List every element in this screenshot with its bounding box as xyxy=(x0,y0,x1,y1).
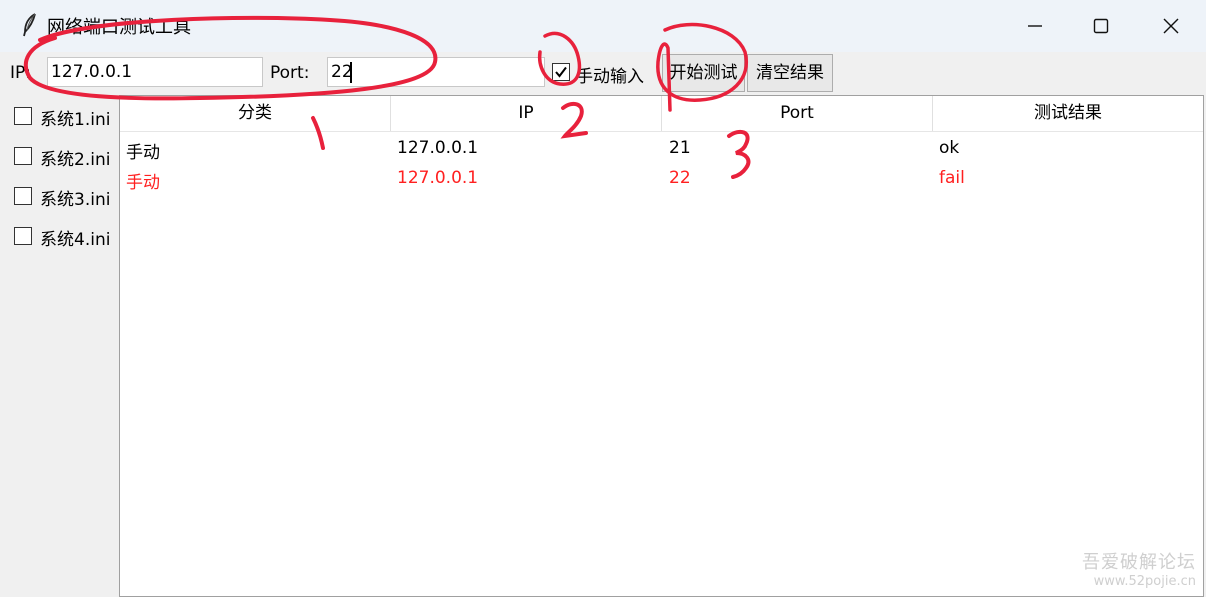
port-input[interactable] xyxy=(327,57,545,87)
config-label: 系统2.ini xyxy=(40,150,111,170)
minimize-button[interactable] xyxy=(1002,0,1068,52)
config-checkbox[interactable] xyxy=(14,227,32,245)
ip-label: IP: xyxy=(10,63,31,83)
table-header: 分类 IP Port 测试结果 xyxy=(120,96,1203,132)
maximize-button[interactable] xyxy=(1068,0,1134,52)
column-header-port[interactable]: Port xyxy=(662,96,933,131)
config-label: 系统4.ini xyxy=(40,230,111,250)
cell-category: 手动 xyxy=(126,143,160,163)
config-checkbox[interactable] xyxy=(14,147,32,165)
cell-result: fail xyxy=(939,168,965,188)
ip-input[interactable] xyxy=(47,57,263,87)
column-header-result[interactable]: 测试结果 xyxy=(933,96,1203,131)
port-label: Port: xyxy=(270,63,310,83)
minimize-icon xyxy=(1028,25,1042,27)
cell-ip: 127.0.0.1 xyxy=(397,168,479,188)
config-label: 系统3.ini xyxy=(40,190,111,210)
column-header-category[interactable]: 分类 xyxy=(120,96,391,131)
title-bar: 网络端口测试工具 xyxy=(0,0,1206,52)
config-checkbox[interactable] xyxy=(14,107,32,125)
results-table[interactable]: 分类 IP Port 测试结果 手动 127.0.0.1 21 ok 手动 12… xyxy=(119,95,1204,597)
config-label: 系统1.ini xyxy=(40,110,111,130)
maximize-icon xyxy=(1093,18,1109,34)
close-icon xyxy=(1163,18,1179,34)
watermark: 吾爱破解论坛 www.52pojie.cn xyxy=(1082,548,1196,589)
checkmark-icon xyxy=(555,66,567,78)
config-file-list: 系统1.ini 系统2.ini 系统3.ini 系统4.ini xyxy=(0,95,119,597)
watermark-url: www.52pojie.cn xyxy=(1093,574,1196,589)
watermark-title: 吾爱破解论坛 xyxy=(1082,552,1196,573)
cell-result: ok xyxy=(939,138,960,158)
feather-icon xyxy=(20,12,40,38)
config-checkbox[interactable] xyxy=(14,187,32,205)
text-caret xyxy=(350,62,352,83)
close-button[interactable] xyxy=(1138,0,1204,52)
clear-results-button[interactable]: 清空结果 xyxy=(747,54,833,92)
column-header-ip[interactable]: IP xyxy=(391,96,662,131)
manual-input-label: 手动输入 xyxy=(576,67,644,87)
cell-port: 21 xyxy=(669,138,691,158)
cell-port: 22 xyxy=(669,168,691,188)
start-test-button[interactable]: 开始测试 xyxy=(662,54,745,92)
cell-ip: 127.0.0.1 xyxy=(397,138,479,158)
manual-input-checkbox[interactable] xyxy=(552,63,570,81)
window-title: 网络端口测试工具 xyxy=(47,17,191,38)
cell-category: 手动 xyxy=(126,173,160,193)
